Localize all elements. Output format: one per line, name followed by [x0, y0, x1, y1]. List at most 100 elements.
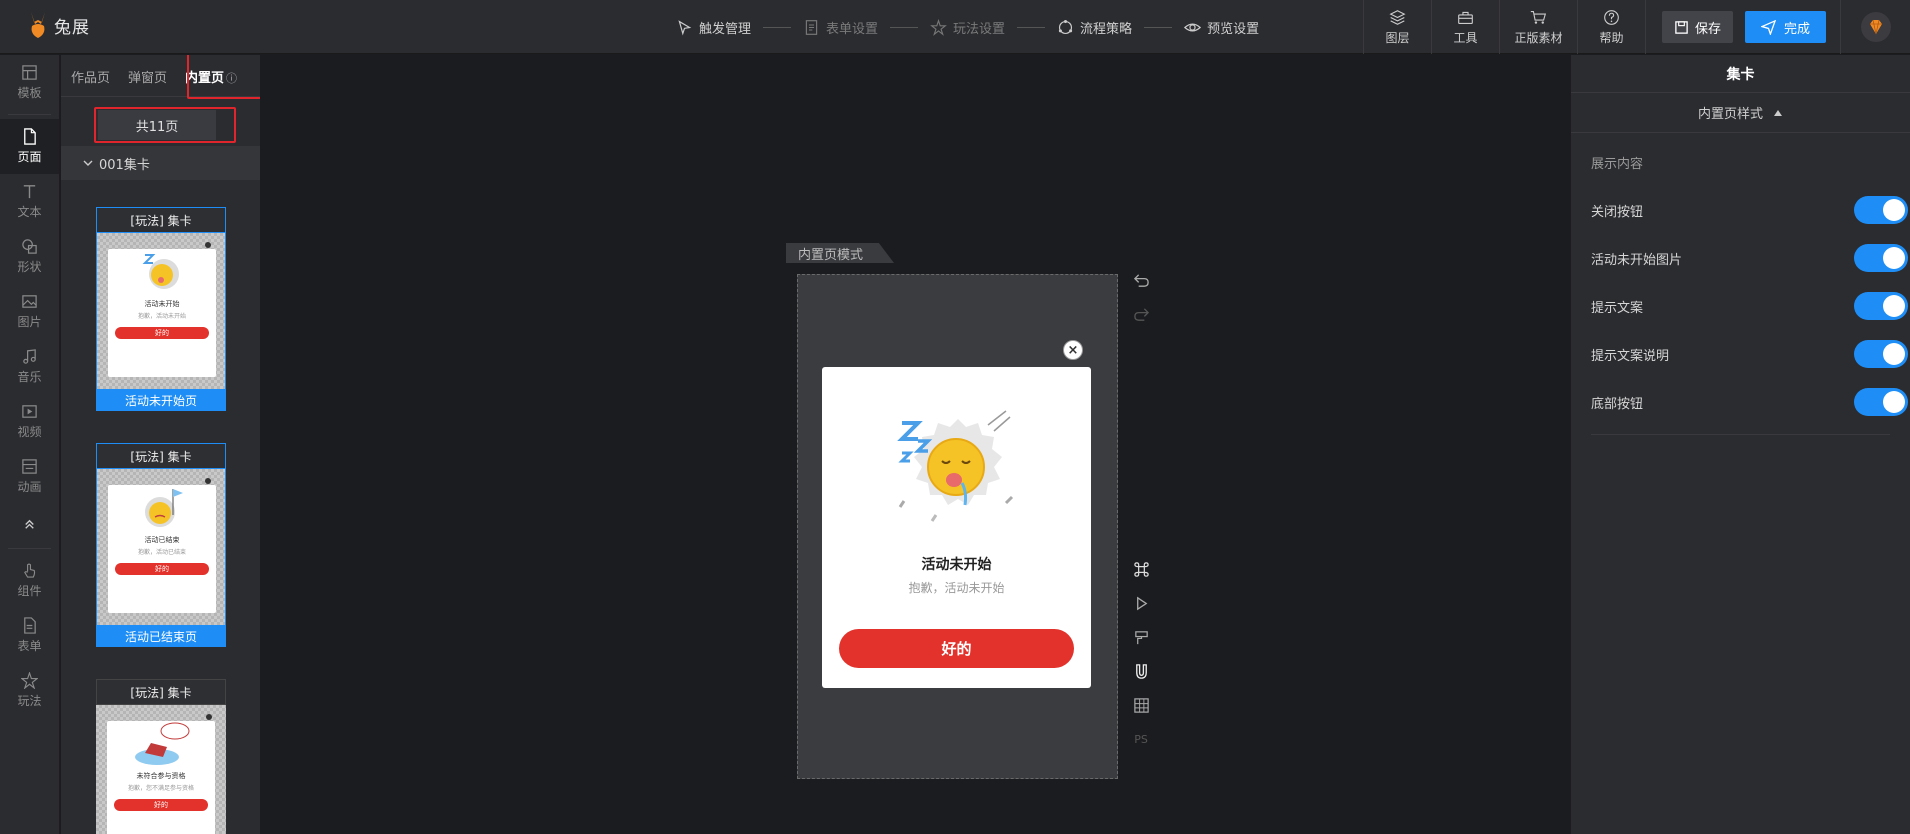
- page-thumb-ended[interactable]: [玩法] 集卡 活动已结束 抱歉，活动已结束 好的 活动已结束页: [96, 443, 226, 647]
- thumb-button: 好的: [115, 563, 209, 575]
- sleeping-sun-illustration: [897, 410, 1014, 522]
- ps-import-button[interactable]: PS: [1131, 729, 1151, 749]
- nav-divider: [8, 114, 51, 115]
- star-icon: [21, 672, 38, 689]
- thumb-subtitle: 抱歉，活动未开始: [137, 313, 186, 320]
- nav-shape[interactable]: 形状: [0, 229, 59, 284]
- thumb-close-icon: [206, 714, 212, 720]
- redo-button[interactable]: [1131, 304, 1151, 324]
- modal-title: 活动未开始: [921, 557, 992, 573]
- nav-video[interactable]: 视频: [0, 394, 59, 449]
- nav-image[interactable]: 图片: [0, 284, 59, 339]
- nav-text[interactable]: 文本: [0, 174, 59, 229]
- toolbar: 图层 工具 正版素材 帮助 保存 完成: [1362, 0, 1910, 54]
- help-label: 帮助: [1599, 30, 1624, 45]
- nav-label: 文本: [17, 205, 42, 219]
- nav-collapse[interactable]: [0, 504, 59, 544]
- thumb-card: 未符合参与资格 抱歉，您不满足参与资格 好的: [107, 721, 215, 834]
- save-label: 保存: [1694, 21, 1721, 37]
- save-button[interactable]: 保存: [1661, 11, 1733, 43]
- option-tip-text: 提示文案: [1591, 282, 1908, 330]
- step-trigger[interactable]: 触发管理: [676, 18, 751, 37]
- grid-button[interactable]: [1131, 695, 1151, 715]
- toggle-switch[interactable]: [1854, 244, 1908, 272]
- step-preview[interactable]: 预览设置: [1184, 18, 1259, 37]
- shortcut-button[interactable]: [1131, 559, 1151, 579]
- tab-popup[interactable]: 弹窗页: [128, 67, 167, 96]
- canvas-tools: PS: [1131, 559, 1153, 763]
- shape-icon: [22, 239, 37, 254]
- nav-animation[interactable]: 动画: [0, 449, 59, 504]
- brush-icon: [1134, 630, 1148, 644]
- tools-button[interactable]: 工具: [1430, 0, 1499, 54]
- magnet-button[interactable]: [1131, 661, 1151, 681]
- thumb-title: 活动未开始: [144, 300, 180, 308]
- section-heading: 展示内容: [1591, 157, 1644, 172]
- format-painter-button[interactable]: [1131, 627, 1151, 647]
- text-icon: [23, 185, 36, 199]
- play-preview-button[interactable]: [1131, 593, 1151, 613]
- step-label: 玩法设置: [953, 21, 1006, 37]
- thumb-header: [玩法] 集卡: [96, 207, 226, 233]
- nav-label: 动画: [17, 480, 42, 494]
- assets-button[interactable]: 正版素材: [1498, 0, 1577, 54]
- done-button[interactable]: 完成: [1744, 11, 1826, 43]
- option-label: 提示文案: [1591, 300, 1644, 316]
- avatar-badge: [1860, 12, 1891, 42]
- user-avatar[interactable]: [1840, 0, 1910, 54]
- undo-button[interactable]: [1131, 270, 1151, 290]
- form-icon: [24, 617, 36, 634]
- redo-icon: [1133, 307, 1149, 321]
- tab-works[interactable]: 作品页: [71, 67, 110, 96]
- modal-subtitle: 抱歉，活动未开始: [908, 581, 1005, 595]
- app-logo[interactable]: 兔展: [26, 10, 90, 40]
- highlight-page-count: [94, 107, 236, 143]
- template-icon: [22, 65, 37, 80]
- thumb-card: 活动已结束 抱歉，活动已结束 好的: [108, 485, 216, 613]
- app-name: 兔展: [54, 17, 90, 38]
- highlight-builtin-tab: [187, 55, 260, 99]
- nav-template[interactable]: 模板: [0, 55, 59, 110]
- help-button[interactable]: 帮助: [1576, 0, 1645, 54]
- toggle-switch[interactable]: [1854, 196, 1908, 224]
- chevron-down-icon: [83, 160, 93, 166]
- option-label: 底部按钮: [1591, 396, 1644, 412]
- layers-button[interactable]: 图层: [1362, 0, 1431, 54]
- double-chevron-up-icon: [25, 519, 34, 529]
- nav-label: 视频: [17, 425, 42, 439]
- step-gameplay[interactable]: 玩法设置: [930, 18, 1005, 37]
- undo-icon: [1133, 273, 1149, 287]
- toggle-switch[interactable]: [1854, 340, 1908, 368]
- thumb-button: 好的: [115, 327, 209, 339]
- nav-music[interactable]: 音乐: [0, 339, 59, 394]
- step-form[interactable]: 表单设置: [803, 18, 878, 37]
- step-divider: [1017, 26, 1046, 28]
- thumb-preview: 活动已结束 抱歉，活动已结束 好的: [96, 469, 226, 625]
- form-icon: [805, 19, 818, 35]
- nav-form[interactable]: 表单: [0, 608, 59, 663]
- nav-label: 图片: [17, 315, 42, 329]
- page-thumb-not-started[interactable]: [玩法] 集卡 活动未开始 抱歉，活动未开始 好的 活动未开始页: [96, 207, 226, 411]
- play-icon: [1136, 596, 1147, 610]
- step-flow[interactable]: 流程策略: [1057, 18, 1132, 37]
- mode-tag: 内置页模式: [786, 243, 894, 263]
- nav-play[interactable]: 玩法: [0, 663, 59, 718]
- thumb-header: [玩法] 集卡: [96, 679, 226, 705]
- nav-page[interactable]: 页面: [0, 119, 59, 174]
- nav-label: 表单: [17, 639, 42, 653]
- page-group-header[interactable]: 001集卡: [61, 146, 260, 180]
- sad-sun-flag-icon: [145, 489, 183, 527]
- thumb-preview: 未符合参与资格 抱歉，您不满足参与资格 好的: [96, 705, 226, 834]
- modal-ok-button[interactable]: 好的: [839, 629, 1074, 668]
- animation-icon: [22, 459, 37, 474]
- modal-close-button[interactable]: ×: [1063, 340, 1083, 360]
- nav-component[interactable]: 组件: [0, 553, 59, 608]
- preview-modal[interactable]: 活动未开始 抱歉，活动未开始 好的: [822, 367, 1091, 688]
- toggle-switch[interactable]: [1854, 388, 1908, 416]
- option-bottom-button: 底部按钮: [1591, 378, 1908, 426]
- page-thumb-ineligible[interactable]: [玩法] 集卡 未符合参与资格 抱歉，您不满足参与资格 好的: [96, 679, 226, 834]
- style-section-toggle[interactable]: 内置页样式: [1571, 93, 1910, 133]
- image-icon: [22, 295, 37, 308]
- toggle-switch[interactable]: [1854, 292, 1908, 320]
- nav-label: 模板: [17, 86, 42, 100]
